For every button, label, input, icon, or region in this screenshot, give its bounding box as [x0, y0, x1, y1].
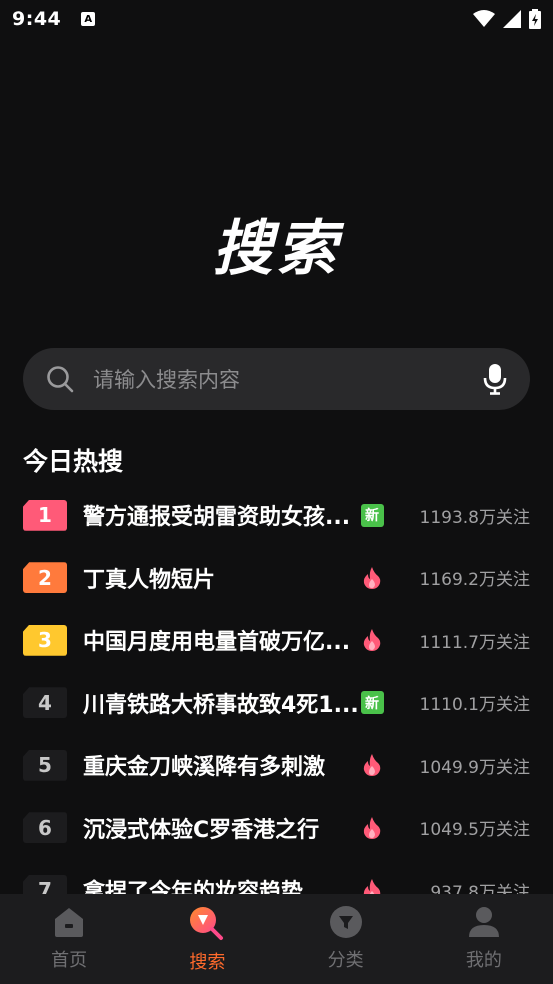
nav-home[interactable]: 首页: [0, 894, 138, 984]
nav-search[interactable]: 搜索: [138, 894, 276, 984]
follow-count: 1169.2万关注: [419, 570, 530, 591]
rank-badge: 3: [23, 624, 67, 656]
status-icons: [473, 9, 541, 29]
new-badge: 新: [360, 503, 384, 527]
hot-title[interactable]: 中国月度用电量首破万亿...: [83, 624, 357, 656]
page-title: 搜索: [212, 214, 341, 284]
fire-icon: [363, 816, 381, 839]
hot-search-item[interactable]: 1 警方通报受胡雷资助女孩... 新 1193.8万关注: [0, 484, 553, 547]
search-placeholder[interactable]: 请输入搜索内容: [93, 364, 482, 394]
rank-badge: 2: [23, 562, 67, 594]
hot-search-item[interactable]: 3 中国月度用电量首破万亿... 1111.7万关注: [0, 609, 553, 672]
hot-search-heading: 今日热搜: [23, 447, 124, 476]
nav-profile[interactable]: 我的: [415, 894, 553, 984]
fire-icon: [363, 754, 381, 777]
user-icon: [468, 907, 499, 937]
rank-badge: 4: [23, 687, 67, 719]
follow-count: 1110.1万关注: [419, 695, 530, 716]
search-icon: [47, 366, 74, 393]
rank-badge: 5: [23, 749, 67, 781]
status-time: 9:44: [12, 8, 62, 30]
nav-search-label: 搜索: [189, 952, 226, 973]
rank-badge: 1: [23, 499, 67, 531]
nav-category-label: 分类: [327, 950, 364, 971]
status-bar: 9:44 A: [0, 0, 553, 38]
hot-title[interactable]: 警方通报受胡雷资助女孩...: [83, 499, 357, 531]
bottom-nav: 首页 搜索 分类 我的: [0, 894, 553, 984]
fire-icon: [363, 566, 381, 589]
hot-search-list: 1 警方通报受胡雷资助女孩... 新 1193.8万关注 2 丁真人物短片 11…: [0, 484, 553, 922]
battery-icon: [529, 9, 541, 29]
follow-count: 1193.8万关注: [419, 507, 530, 528]
nav-home-label: 首页: [51, 950, 88, 971]
nav-profile-label: 我的: [465, 950, 502, 971]
follow-count: 1111.7万关注: [419, 632, 530, 653]
hot-title[interactable]: 沉浸式体验C罗香港之行: [83, 812, 357, 844]
nav-category[interactable]: 分类: [277, 894, 415, 984]
new-badge: 新: [360, 691, 384, 715]
notification-icon: A: [81, 12, 96, 26]
wifi-icon: [473, 10, 495, 27]
rank-badge: 6: [23, 812, 67, 844]
hot-search-item[interactable]: 4 川青铁路大桥事故致4死1... 新 1110.1万关注: [0, 672, 553, 735]
search-input[interactable]: 请输入搜索内容: [23, 348, 530, 410]
microphone-icon[interactable]: [482, 363, 508, 395]
hot-title[interactable]: 重庆金刀峡溪降有多刺激: [83, 749, 357, 781]
hot-search-item[interactable]: 5 重庆金刀峡溪降有多刺激 1049.9万关注: [0, 734, 553, 797]
search-icon: [190, 907, 224, 940]
category-icon: [329, 906, 362, 938]
hot-title[interactable]: 川青铁路大桥事故致4死1...: [83, 687, 357, 719]
fire-icon: [363, 629, 381, 652]
follow-count: 1049.9万关注: [419, 757, 530, 778]
follow-count: 1049.5万关注: [419, 820, 530, 841]
hot-title[interactable]: 丁真人物短片: [83, 562, 357, 594]
hot-search-item[interactable]: 2 丁真人物短片 1169.2万关注: [0, 547, 553, 610]
signal-icon: [503, 10, 521, 28]
hot-search-item[interactable]: 6 沉浸式体验C罗香港之行 1049.5万关注: [0, 797, 553, 860]
home-icon: [55, 908, 84, 937]
